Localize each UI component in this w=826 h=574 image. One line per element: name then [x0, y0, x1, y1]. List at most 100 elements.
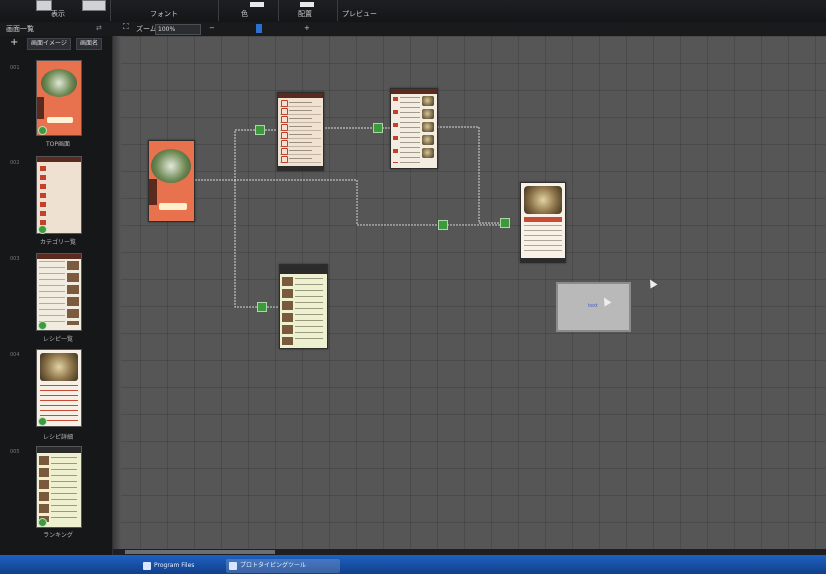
text-box-label: text: [588, 303, 598, 309]
ribbon-group-label: フォント: [150, 10, 178, 18]
list-item: [280, 147, 321, 155]
ribbon-toolbar: 表示 フォント 色 配置 プレビュー: [0, 0, 826, 23]
header-bar: [37, 157, 81, 162]
header-bar: [37, 447, 81, 453]
header-bar: [278, 93, 323, 98]
check-icon: [38, 225, 47, 234]
list-item: [280, 139, 321, 147]
screen-node-ranking[interactable]: [279, 264, 328, 349]
footer-bar: [278, 166, 323, 170]
logo-badge: [159, 203, 187, 210]
color-swatch-icon[interactable]: [250, 2, 264, 7]
connection-node[interactable]: [257, 302, 267, 312]
check-icon: [38, 321, 47, 330]
dish-photo: [524, 186, 562, 214]
page-number: 005: [10, 449, 20, 455]
header-bar: [391, 89, 437, 94]
menu-strip: [149, 179, 157, 205]
fit-zoom-icon[interactable]: ⛶: [123, 22, 129, 32]
dish-photo: [40, 353, 78, 381]
taskbar-item-explorer[interactable]: Program Files: [140, 559, 236, 573]
recipe-icons: [393, 97, 398, 163]
flow-canvas[interactable]: text: [113, 36, 826, 549]
scrollbar-thumb[interactable]: [125, 550, 275, 554]
check-icon: [38, 126, 47, 135]
ribbon-separator: [337, 0, 338, 21]
title-band: [524, 217, 562, 222]
list-item: [280, 123, 321, 131]
check-icon: [38, 518, 47, 527]
folder-icon: [143, 562, 151, 570]
connection-node[interactable]: [373, 123, 383, 133]
header-bar: [280, 265, 327, 274]
page-thumbnail-recipe-list[interactable]: [36, 253, 82, 331]
page-thumbnail-top[interactable]: [36, 60, 82, 136]
screen-list-panel: + 画面イメージ 画面名 001 TOP画面 002 カテゴリー覧 003 レシ…: [0, 36, 113, 562]
screen-node-top[interactable]: [148, 140, 195, 222]
list-item: [280, 99, 321, 107]
recipe-photo: [422, 96, 434, 106]
taskbar-item-label: プロトタイピングツール: [240, 562, 307, 569]
zoom-label: ズーム: [136, 25, 157, 33]
recipe-lines: [400, 97, 420, 163]
food-photo: [41, 69, 77, 97]
page-number: 003: [10, 256, 20, 262]
connector-top-detail: [195, 179, 505, 226]
recipe-photo: [422, 148, 434, 158]
tab-screen-name[interactable]: 画面名: [76, 38, 103, 50]
recipe-photo: [422, 135, 434, 145]
page-number: 002: [10, 160, 20, 166]
recipe-photos: [67, 261, 79, 325]
taskbar-item-prototyping-tool[interactable]: プロトタイピングツール: [226, 559, 340, 573]
zoom-slider-handle[interactable]: [256, 24, 262, 33]
menu-strip: [37, 97, 44, 119]
ranking-lines: [51, 457, 77, 521]
text-box[interactable]: text: [556, 282, 631, 332]
ingredient-lines: [524, 225, 562, 255]
list-item: [280, 131, 321, 139]
food-photo: [151, 149, 191, 183]
ranking-photos: [282, 277, 293, 345]
check-icon: [38, 417, 47, 426]
page-number: 001: [10, 65, 20, 71]
screen-node-category[interactable]: [277, 92, 324, 171]
connection-node[interactable]: [500, 218, 510, 228]
recipe-photo: [422, 122, 434, 132]
ranking-photos: [39, 456, 49, 522]
ribbon-separator: [218, 0, 219, 21]
page-name: レシピ詳細: [42, 434, 73, 441]
view-icon[interactable]: [36, 0, 52, 11]
list-item: [280, 155, 321, 163]
zoom-in-button[interactable]: +: [304, 24, 310, 32]
list-item: [280, 115, 321, 123]
category-icons: [40, 166, 46, 226]
ribbon-group-label: 配置: [298, 10, 312, 18]
page-name: ランキング: [43, 532, 73, 539]
page-thumbnail-recipe-detail[interactable]: [36, 349, 82, 427]
app-icon: [229, 562, 237, 570]
connection-node[interactable]: [255, 125, 265, 135]
taskbar: Program Files プロトタイピングツール: [0, 555, 826, 574]
view-mode-icon[interactable]: [82, 0, 106, 11]
ribbon-group-label: 表示: [51, 10, 65, 18]
ribbon-group-label: 色: [241, 10, 248, 18]
zoom-select[interactable]: 100%: [155, 24, 201, 35]
screen-node-recipe-list[interactable]: [390, 88, 438, 169]
recipe-lines: [39, 261, 65, 325]
align-icon[interactable]: [300, 2, 314, 7]
zoom-out-button[interactable]: −: [209, 24, 215, 32]
page-number: 004: [10, 352, 20, 358]
connector-list-detail: [437, 126, 505, 224]
tab-screen-image[interactable]: 画面イメージ: [27, 38, 71, 50]
panel-collapse-icon[interactable]: ⇄: [96, 24, 102, 32]
screen-node-recipe-detail[interactable]: [520, 182, 566, 263]
logo-badge: [47, 117, 73, 123]
add-screen-button[interactable]: +: [10, 37, 18, 48]
ribbon-separator: [278, 0, 279, 21]
connection-node[interactable]: [438, 220, 448, 230]
footer-bar: [521, 258, 565, 262]
ribbon-group-label[interactable]: プレビュー: [342, 9, 377, 19]
page-thumbnail-ranking[interactable]: [36, 446, 82, 528]
page-thumbnail-category[interactable]: [36, 156, 82, 234]
page-name: TOP画面: [45, 141, 70, 148]
